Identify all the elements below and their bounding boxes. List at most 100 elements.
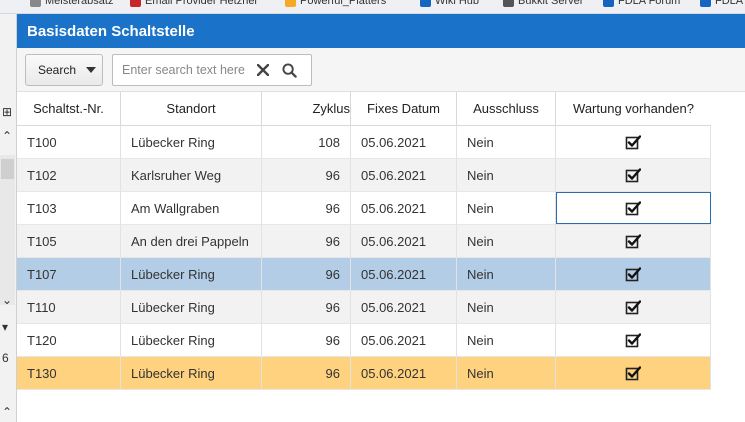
- search-input[interactable]: [122, 63, 250, 77]
- checkbox-checked-icon[interactable]: [625, 365, 641, 381]
- bookmark-item[interactable]: Wiki Hub: [420, 0, 479, 7]
- dropdown-chevron-icon[interactable]: ▾: [2, 321, 8, 333]
- cell-standort[interactable]: Lübecker Ring: [121, 357, 262, 389]
- cell-wartung-vorhanden[interactable]: [556, 225, 711, 257]
- cell-schaltst-nr[interactable]: T130: [17, 357, 121, 389]
- cell-standort[interactable]: Am Wallgraben: [121, 192, 262, 224]
- scroll-up-icon-bottom[interactable]: ⌃: [2, 406, 12, 418]
- cell-fixes-datum[interactable]: 05.06.2021: [351, 291, 457, 323]
- cell-fixes-datum[interactable]: 05.06.2021: [351, 126, 457, 158]
- cell-zyklus[interactable]: 96: [262, 225, 351, 257]
- cell-wartung-vorhanden[interactable]: [556, 159, 711, 191]
- cell-wartung-vorhanden[interactable]: [556, 291, 711, 323]
- cell-schaltst-nr[interactable]: T120: [17, 324, 121, 356]
- table-row[interactable]: T100 Lübecker Ring 108 05.06.2021 Nein: [17, 126, 711, 159]
- cell-standort[interactable]: Lübecker Ring: [121, 126, 262, 158]
- checkbox-checked-icon[interactable]: [625, 299, 641, 315]
- table-row[interactable]: T102 Karlsruher Weg 96 05.06.2021 Nein: [17, 159, 711, 192]
- cell-ausschluss[interactable]: Nein: [457, 192, 556, 224]
- left-side-panel: ⊞ ⌃ ⌄ ▾ 6 ⌃: [0, 14, 17, 422]
- cell-zyklus[interactable]: 96: [262, 192, 351, 224]
- checkbox-checked-icon[interactable]: [625, 200, 641, 216]
- scroll-down-icon[interactable]: ⌄: [2, 294, 12, 306]
- cell-standort[interactable]: Lübecker Ring: [121, 324, 262, 356]
- cell-zyklus[interactable]: 96: [262, 159, 351, 191]
- cell-schaltst-nr[interactable]: T103: [17, 192, 121, 224]
- cell-wartung-vorhanden[interactable]: [556, 192, 711, 224]
- cell-fixes-datum[interactable]: 05.06.2021: [351, 192, 457, 224]
- table-row[interactable]: T130 Lübecker Ring 96 05.06.2021 Nein: [17, 357, 711, 390]
- col-header-zyklus[interactable]: Zyklus: [262, 92, 351, 125]
- col-header-standort[interactable]: Standort: [121, 92, 262, 125]
- bookmark-label: FDLA Forum: [618, 0, 681, 7]
- cell-fixes-datum[interactable]: 05.06.2021: [351, 357, 457, 389]
- cell-zyklus[interactable]: 96: [262, 357, 351, 389]
- cell-ausschluss[interactable]: Nein: [457, 357, 556, 389]
- browser-bookmarks-bar: Meisterabsatz Email Provider Hetzner Power…: [0, 0, 745, 14]
- clear-icon[interactable]: [250, 57, 276, 83]
- bookmark-icon: [30, 0, 41, 7]
- col-header-schaltst-nr[interactable]: Schaltst.-Nr.: [17, 92, 121, 125]
- bookmark-item[interactable]: FDLA Forum: [603, 0, 680, 7]
- bookmark-item[interactable]: Meisterabsatz: [30, 0, 113, 7]
- bookmark-item[interactable]: Powerful_Platters: [285, 0, 386, 7]
- cell-ausschluss[interactable]: Nein: [457, 159, 556, 191]
- cell-standort[interactable]: Lübecker Ring: [121, 291, 262, 323]
- cell-schaltst-nr[interactable]: T107: [17, 258, 121, 290]
- bookmark-icon: [503, 0, 514, 7]
- cell-zyklus[interactable]: 108: [262, 126, 351, 158]
- col-header-ausschluss[interactable]: Ausschluss: [457, 92, 556, 125]
- cell-standort[interactable]: Lübecker Ring: [121, 258, 262, 290]
- cell-ausschluss[interactable]: Nein: [457, 324, 556, 356]
- cell-fixes-datum[interactable]: 05.06.2021: [351, 258, 457, 290]
- cell-wartung-vorhanden[interactable]: [556, 126, 711, 158]
- cell-standort[interactable]: An den drei Pappeln: [121, 225, 262, 257]
- bookmark-label: Bukkit Server: [518, 0, 584, 7]
- bookmark-icon: [603, 0, 614, 7]
- side-scrollbar-thumb[interactable]: [1, 159, 14, 179]
- bookmark-label: Email Provider Hetzner: [145, 0, 259, 7]
- table-row[interactable]: T105 An den drei Pappeln 96 05.06.2021 Nein: [17, 225, 711, 258]
- cell-fixes-datum[interactable]: 05.06.2021: [351, 159, 457, 191]
- cell-wartung-vorhanden[interactable]: [556, 357, 711, 389]
- checkbox-checked-icon[interactable]: [625, 167, 641, 183]
- cell-standort[interactable]: Karlsruher Weg: [121, 159, 262, 191]
- search-box: [112, 54, 312, 86]
- bookmark-item[interactable]: Email Provider Hetzner: [130, 0, 258, 7]
- cell-wartung-vorhanden[interactable]: [556, 324, 711, 356]
- bookmark-item[interactable]: Bukkit Server: [503, 0, 583, 7]
- search-icon[interactable]: [276, 57, 302, 83]
- cell-ausschluss[interactable]: Nein: [457, 258, 556, 290]
- tree-icon[interactable]: ⊞: [2, 106, 12, 118]
- checkbox-checked-icon[interactable]: [625, 134, 641, 150]
- caret-down-icon: [86, 67, 97, 73]
- cell-schaltst-nr[interactable]: T110: [17, 291, 121, 323]
- col-header-wartung[interactable]: Wartung vorhanden?: [556, 92, 711, 125]
- cell-schaltst-nr[interactable]: T100: [17, 126, 121, 158]
- scroll-up-icon[interactable]: ⌃: [2, 130, 12, 142]
- cell-ausschluss[interactable]: Nein: [457, 126, 556, 158]
- cell-zyklus[interactable]: 96: [262, 324, 351, 356]
- cell-wartung-vorhanden[interactable]: [556, 258, 711, 290]
- table-row[interactable]: T103 Am Wallgraben 96 05.06.2021 Nein: [17, 192, 711, 225]
- bookmark-item[interactable]: FDLA: [700, 0, 743, 7]
- cell-zyklus[interactable]: 96: [262, 291, 351, 323]
- checkbox-checked-icon[interactable]: [625, 233, 641, 249]
- search-toolbar: Search: [17, 48, 745, 92]
- bookmark-label: Powerful_Platters: [300, 0, 387, 7]
- cell-schaltst-nr[interactable]: T102: [17, 159, 121, 191]
- bookmark-label: Wiki Hub: [435, 0, 480, 7]
- cell-fixes-datum[interactable]: 05.06.2021: [351, 225, 457, 257]
- col-header-fixes-datum[interactable]: Fixes Datum: [351, 92, 457, 125]
- checkbox-checked-icon[interactable]: [625, 266, 641, 282]
- search-field-dropdown[interactable]: Search: [25, 54, 103, 86]
- checkbox-checked-icon[interactable]: [625, 332, 641, 348]
- cell-ausschluss[interactable]: Nein: [457, 225, 556, 257]
- table-row[interactable]: T107 Lübecker Ring 96 05.06.2021 Nein: [17, 258, 711, 291]
- cell-ausschluss[interactable]: Nein: [457, 291, 556, 323]
- cell-fixes-datum[interactable]: 05.06.2021: [351, 324, 457, 356]
- cell-zyklus[interactable]: 96: [262, 258, 351, 290]
- cell-schaltst-nr[interactable]: T105: [17, 225, 121, 257]
- table-row[interactable]: T110 Lübecker Ring 96 05.06.2021 Nein: [17, 291, 711, 324]
- table-row[interactable]: T120 Lübecker Ring 96 05.06.2021 Nein: [17, 324, 711, 357]
